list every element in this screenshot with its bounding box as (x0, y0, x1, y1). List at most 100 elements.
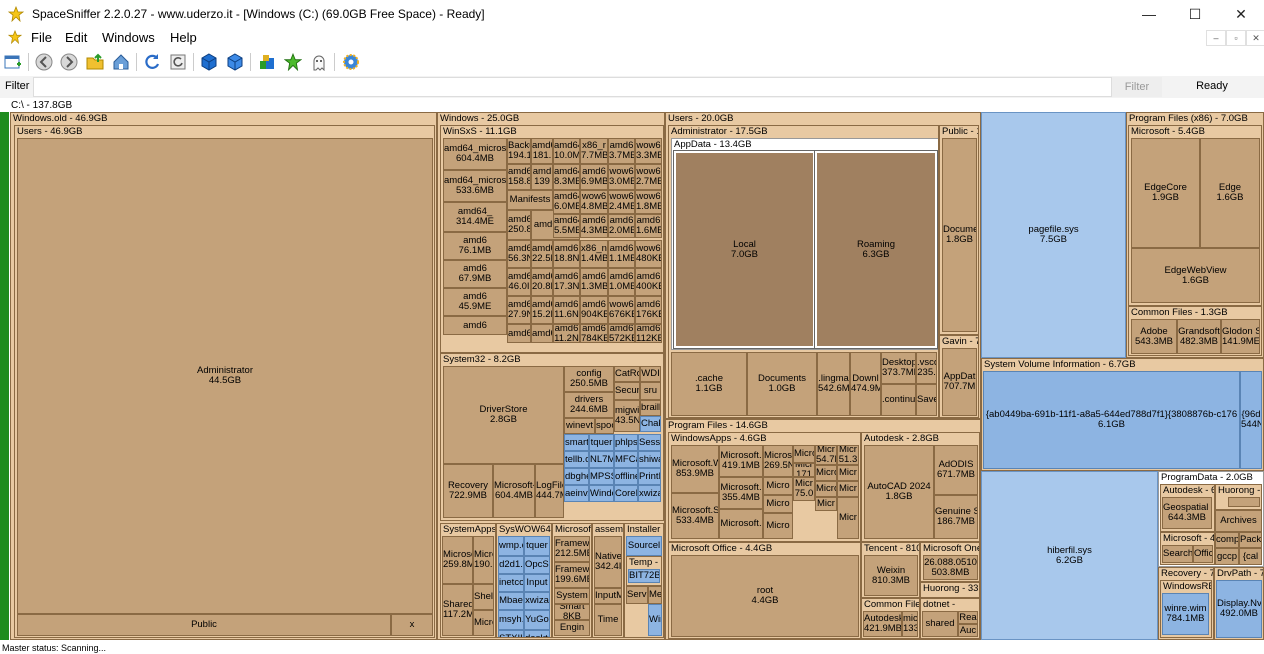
tile[interactable]: d2d1. (498, 556, 524, 574)
tile-public[interactable]: Public - 1 Docume 1.8GB (939, 125, 979, 335)
tile-pd-autodesk[interactable]: Autodesk - 6 Geospatial C644.3MB (1160, 484, 1215, 532)
tile[interactable]: wow6 3.3MB (635, 138, 662, 164)
tile-geospatial[interactable]: Geospatial C644.3MB (1162, 497, 1212, 529)
tile[interactable]: x86_r 7.7MB (580, 138, 608, 164)
tile[interactable]: OpcSe (524, 556, 550, 574)
tile-smart[interactable]: smart (564, 434, 589, 451)
tile-drivers[interactable]: drivers 244.6MB (564, 392, 614, 418)
tile-secur[interactable]: Secur (614, 382, 640, 400)
tile-mpss[interactable]: MPSS (589, 468, 614, 485)
tile-svi-guid[interactable]: {ab0449ba-691b-11f1-a8a5-644ed788d7f1}{3… (983, 371, 1240, 469)
tile-shared-sysapps[interactable]: Shared 117.2M (442, 584, 473, 636)
tile-genuine[interactable]: Genuine S 186.7MB (934, 495, 978, 539)
close-button[interactable]: ✕ (1218, 0, 1264, 28)
tile-display-nv[interactable]: Display.Nv 492.0MB (1216, 580, 1262, 638)
tile-downloads[interactable]: Downl 474.9M (850, 352, 881, 416)
tile-bit72[interactable]: BIT72B. (628, 569, 660, 583)
tile[interactable]: amd6 3.7MB (608, 138, 635, 164)
tile-system-net[interactable]: System (554, 588, 590, 604)
tile-gccp[interactable]: gccp (1215, 548, 1239, 565)
ghost-icon[interactable] (309, 52, 329, 72)
tile-inputm[interactable]: InputM (594, 588, 622, 604)
tile-temp[interactable]: Temp - 2 BIT72B. (626, 556, 662, 586)
tile-microsoft-net[interactable]: Microsoft. Framewo212.5ME Framewo199.6ME… (552, 523, 592, 638)
tag-icon[interactable] (257, 52, 277, 72)
tile-microsoft-office[interactable]: Microsoft Office - 4.4GB root 4.4GB (668, 542, 861, 639)
tile-administrator-old[interactable]: Administrator 44.5GB (17, 138, 433, 614)
tile-brailler[interactable]: braill (640, 400, 661, 416)
tile-adodis[interactable]: AdODIS 671.7MB (934, 445, 978, 495)
tile[interactable]: wow6 1.8MB (635, 190, 662, 214)
tile[interactable]: Micro (815, 481, 837, 497)
tile-migwiz[interactable]: migwi 43.5N (614, 400, 640, 432)
tile-administrator[interactable]: Administrator - 17.5GB AppData - 13.4GB … (668, 125, 939, 418)
tile[interactable]: inetco (498, 574, 524, 592)
tile[interactable]: amd6 11.2N (553, 324, 580, 343)
tile[interactable]: amd6 112KE (635, 324, 662, 343)
tile[interactable]: wmp.d (498, 536, 524, 556)
tile[interactable]: amd6 1.6MB (635, 214, 662, 238)
tile-microsoft-sysapps[interactable]: Microso 259.8M (442, 536, 473, 584)
tile-sru[interactable]: sru (640, 382, 661, 400)
tile-roaming[interactable]: Roaming 6.3GB (815, 151, 937, 348)
tile[interactable]: amd6181. (531, 138, 553, 164)
tile-printb[interactable]: PrintI (638, 468, 661, 485)
tile[interactable]: deskto (524, 630, 550, 637)
tile-winevt[interactable]: winevt (564, 418, 595, 434)
tile[interactable]: Micro (763, 513, 793, 539)
tile[interactable]: STXIHi (498, 630, 524, 637)
tile-microsoft-sys32[interactable]: Microsoft- 604.4MB (493, 464, 535, 518)
tile-system-volume-information[interactable]: System Volume Information - 6.7GB {ab044… (981, 358, 1264, 471)
tile-glodon[interactable]: Glodon S 141.9ME (1221, 319, 1260, 354)
tile-config[interactable]: config 250.5MB (564, 366, 614, 392)
tile[interactable]: amd 139 (531, 164, 553, 190)
tile-driverstore[interactable]: DriverStore 2.8GB (443, 366, 564, 464)
tile[interactable]: amd64 (531, 324, 553, 343)
tile-micro-sysapps[interactable]: Micro190.2 (473, 536, 494, 584)
tile[interactable]: wow6 676KB (608, 296, 635, 324)
tile-local[interactable]: Local 7.0GB (674, 151, 815, 348)
tile[interactable]: Micr (837, 497, 859, 539)
tile[interactable]: Mbae (498, 592, 524, 610)
tile-weixin[interactable]: Weixin 810.3MB (864, 555, 918, 596)
tile-sesse[interactable]: SessE (638, 434, 661, 451)
tile-hiberfil[interactable]: hiberfil.sys 6.2GB (981, 471, 1158, 640)
tile-vscode[interactable]: .vsco 235. (916, 352, 937, 384)
tile-drvpath[interactable]: DrvPath - 7 Display.Nv 492.0MB (1214, 567, 1264, 640)
tile[interactable]: amd64_250.8I (507, 210, 531, 240)
tile[interactable]: Microsoft.Wi853.9MB (671, 445, 719, 493)
tile[interactable]: amd6 4.3MB (580, 214, 608, 238)
tile-tquer[interactable]: tquer (589, 434, 614, 451)
tile-public-old[interactable]: Public (17, 614, 391, 636)
tile[interactable]: Input (524, 574, 550, 592)
back-icon[interactable] (34, 52, 54, 72)
tile[interactable]: amd645.5MB (553, 214, 580, 238)
tile-pd-huorong[interactable]: Huorong - (1215, 484, 1262, 510)
tile[interactable]: amd6 6.9MB (580, 164, 608, 190)
tile-svi-guid-2[interactable]: {96d 544N (1240, 371, 1262, 469)
tile-continue[interactable]: .continue (881, 384, 916, 416)
tile-mfca[interactable]: MFCa (614, 451, 638, 468)
tile-huorong-pf[interactable]: Huorong - 33 (920, 582, 980, 598)
tile-windows[interactable]: Windows - 25.0GB WinSxS - 11.1GB amd64_m… (437, 112, 665, 640)
maximize-button[interactable]: ☐ (1172, 0, 1218, 28)
tile[interactable]: amd64_micros 533.6MB (443, 170, 507, 202)
tile-gavin[interactable]: Gavin - 7 AppDat 707.7M (939, 335, 979, 418)
tile-dotnet-auc[interactable]: Auc (958, 624, 978, 637)
tile-servic[interactable]: Servic (626, 586, 648, 604)
tile[interactable]: amd6 67.9MB (443, 260, 507, 288)
tile-catroot[interactable]: CatRo (614, 366, 640, 382)
tile[interactable]: x86_n 1.4MB (580, 240, 608, 268)
tile[interactable]: Microsoft.Scr533.4MB (671, 493, 719, 539)
tile-onedrive-version[interactable]: 26.088.0510 503.8MB (923, 555, 978, 580)
tile[interactable]: wow6 480KE (635, 240, 662, 268)
tile[interactable]: Micros 269.5N (763, 445, 793, 477)
tile[interactable]: Micr54.7N (815, 445, 837, 465)
tile-save[interactable]: Save (916, 384, 937, 416)
tile[interactable]: amd6 46.0I (507, 268, 531, 296)
tile-autodesk[interactable]: Autodesk - 2.8GB AutoCAD 2024 1.8GB AdODI… (861, 432, 980, 542)
tile-grandsoft[interactable]: Grandsoft 482.3MB (1177, 319, 1221, 354)
tile-chakra[interactable]: Chak (640, 416, 661, 432)
tile-aeinv[interactable]: aeinv. (564, 485, 589, 502)
tile[interactable]: amd6 1.1MB (608, 240, 635, 268)
